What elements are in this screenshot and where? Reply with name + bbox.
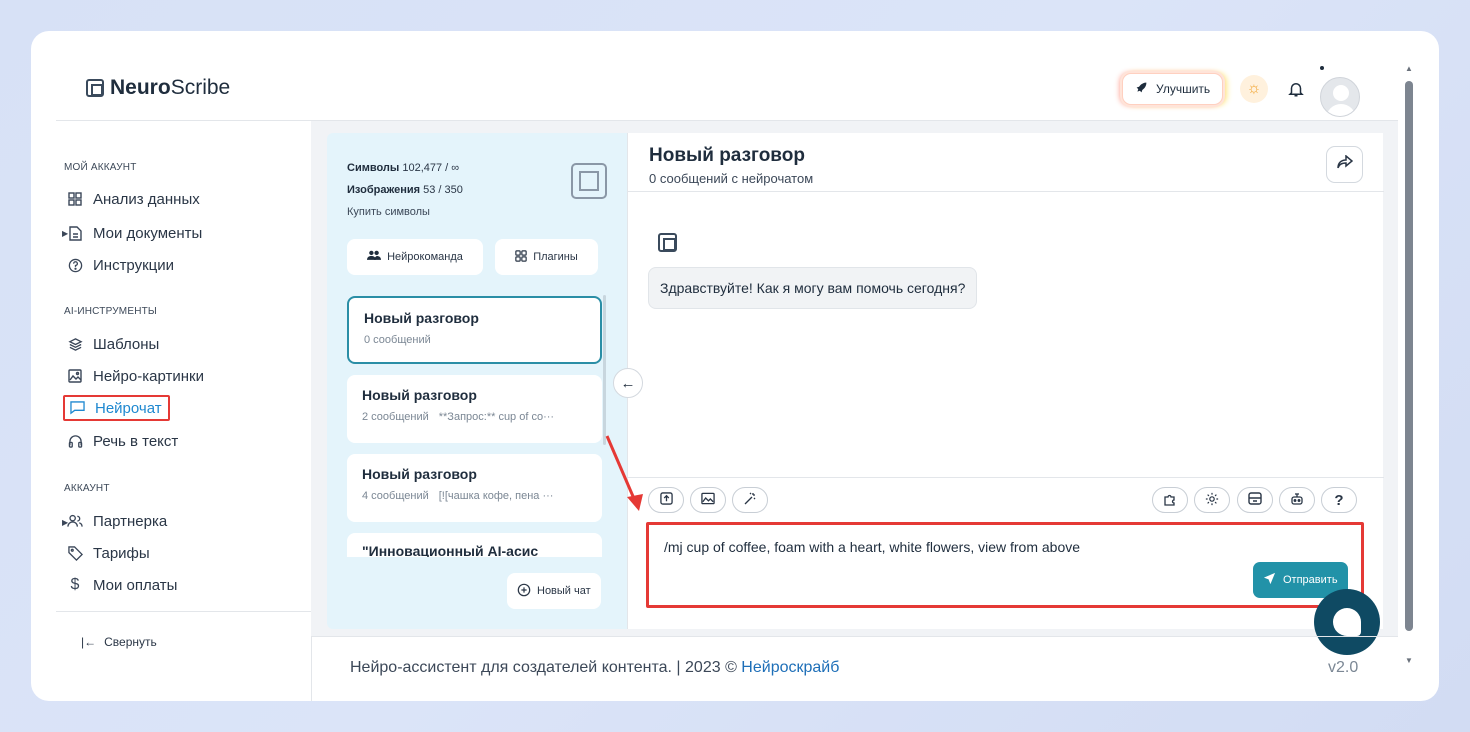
image-tool-button[interactable] xyxy=(690,487,726,513)
question-icon: ? xyxy=(1334,491,1344,509)
support-chat-button[interactable] xyxy=(1314,589,1380,655)
collapse-sidebar-button[interactable]: |← Свернуть xyxy=(81,635,157,649)
sidebar-item-neurochat[interactable]: Нейрочат xyxy=(63,395,170,421)
conversation-item[interactable]: Новый разговор 2 сообщений **Запрос:** cu… xyxy=(347,375,602,443)
conversation-item[interactable]: "Инновационный AI-асис xyxy=(347,533,602,557)
new-chat-button[interactable]: Новый чат xyxy=(507,573,601,609)
send-icon xyxy=(1263,572,1276,588)
app-window: NeuroScribe Улучшить ☼ МОЙ АККАУНТ Анали… xyxy=(31,31,1439,701)
document-icon xyxy=(67,225,83,241)
footer-link[interactable]: Нейроскрайб xyxy=(741,659,839,676)
plugin-tool-button[interactable] xyxy=(1152,487,1188,513)
layout-tool-button[interactable] xyxy=(1237,487,1273,513)
users-icon xyxy=(367,250,382,264)
chat-title: Новый разговор xyxy=(649,145,805,166)
plus-circle-icon xyxy=(517,583,531,600)
share-icon xyxy=(1336,154,1353,174)
upgrade-button[interactable]: Улучшить xyxy=(1122,73,1224,105)
footer-divider xyxy=(311,636,1398,637)
section-title-ai-tools: AI-ИНСТРУМЕНТЫ xyxy=(64,306,157,317)
chat-icon xyxy=(69,400,85,416)
layers-icon xyxy=(67,336,83,352)
version-label: v2.0 xyxy=(1328,659,1359,676)
dollar-icon: $ xyxy=(70,576,80,593)
upload-icon xyxy=(659,492,673,508)
chat-subtitle: 0 сообщений с нейрочатом xyxy=(649,171,814,186)
buy-symbols-link[interactable]: Купить символы xyxy=(347,206,430,218)
tag-icon xyxy=(67,545,83,561)
chat-header-divider xyxy=(628,191,1384,192)
footer-text: Нейро-ассистент для создателей контента.… xyxy=(350,659,840,676)
sidebar-divider xyxy=(56,611,311,612)
images-quota: Изображения 53 / 350 xyxy=(347,184,463,196)
bell-icon[interactable] xyxy=(1284,77,1308,101)
list-scrollbar[interactable] xyxy=(603,295,606,445)
logo-icon xyxy=(571,163,607,199)
avatar[interactable] xyxy=(1320,77,1360,117)
puzzle-icon xyxy=(1163,492,1177,509)
notification-dot xyxy=(1320,66,1324,70)
sidebar-item-instructions[interactable]: Инструкции xyxy=(67,252,174,278)
symbols-quota: Символы 102,477 / ∞ xyxy=(347,162,460,174)
sidebar-item-partner[interactable]: Партнерка xyxy=(67,508,167,534)
layout-icon xyxy=(1248,492,1262,508)
sidebar-item-speech-to-text[interactable]: Речь в текст xyxy=(67,428,178,454)
bot-avatar-icon xyxy=(658,233,677,252)
sidebar-item-documents[interactable]: Мои документы xyxy=(67,220,202,246)
bot-message: Здравствуйте! Как я могу вам помочь сего… xyxy=(648,267,978,309)
magic-wand-tool-button[interactable] xyxy=(732,487,768,513)
rocket-icon xyxy=(1135,81,1148,97)
upload-tool-button[interactable] xyxy=(648,487,684,513)
neuroteam-button[interactable]: Нейрокоманда xyxy=(347,239,483,275)
settings-tool-button[interactable] xyxy=(1194,487,1230,513)
grid-icon xyxy=(67,191,83,207)
headphones-icon xyxy=(67,433,83,449)
robot-icon xyxy=(1290,492,1304,509)
message-input-text[interactable]: /mj cup of coffee, foam with a heart, wh… xyxy=(664,539,1080,555)
collapse-arrow-icon: |← xyxy=(81,635,97,649)
tools-divider xyxy=(628,477,1384,478)
sidebar-item-neuro-images[interactable]: Нейро-картинки xyxy=(67,363,204,389)
scroll-down-icon[interactable]: ▼ xyxy=(1405,656,1413,665)
grid-icon xyxy=(515,249,527,265)
sidebar-item-templates[interactable]: Шаблоны xyxy=(67,331,159,357)
plugins-button[interactable]: Плагины xyxy=(495,239,598,275)
conversations-panel: Символы 102,477 / ∞ Изображения 53 / 350… xyxy=(327,133,627,629)
gear-icon xyxy=(1205,492,1219,509)
collapse-panel-arrow-icon[interactable]: ← xyxy=(613,368,643,398)
sidebar-item-payments[interactable]: $ Мои оплаты xyxy=(67,572,178,598)
image-icon xyxy=(67,368,83,384)
logo-icon xyxy=(86,79,104,97)
chat-panel: Новый разговор 0 сообщений с нейрочатом … xyxy=(627,133,1384,629)
brand-logo[interactable]: NeuroScribe xyxy=(86,76,230,100)
bot-tool-button[interactable] xyxy=(1279,487,1315,513)
share-button[interactable] xyxy=(1326,146,1363,183)
image-icon xyxy=(701,492,715,508)
sidebar-item-tariffs[interactable]: Тарифы xyxy=(67,540,150,566)
scroll-up-icon[interactable]: ▲ xyxy=(1405,64,1413,73)
conversation-item-selected[interactable]: Новый разговор 0 сообщений xyxy=(347,296,602,364)
sidebar-item-analytics[interactable]: Анализ данных xyxy=(67,186,200,212)
users-icon xyxy=(67,513,83,529)
message-input[interactable]: /mj cup of coffee, foam with a heart, wh… xyxy=(646,522,1364,608)
conversation-item[interactable]: Новый разговор 4 сообщений [![чашка кофе,… xyxy=(347,454,602,522)
section-title-account-2: АККАУНТ xyxy=(64,483,110,494)
help-tool-button[interactable]: ? xyxy=(1321,487,1357,513)
magic-wand-icon xyxy=(743,492,757,509)
theme-toggle-sun-icon[interactable]: ☼ xyxy=(1240,75,1268,103)
section-title-account: МОЙ АККАУНТ xyxy=(64,162,137,173)
help-icon xyxy=(67,257,83,273)
page-scrollbar[interactable] xyxy=(1405,81,1413,631)
